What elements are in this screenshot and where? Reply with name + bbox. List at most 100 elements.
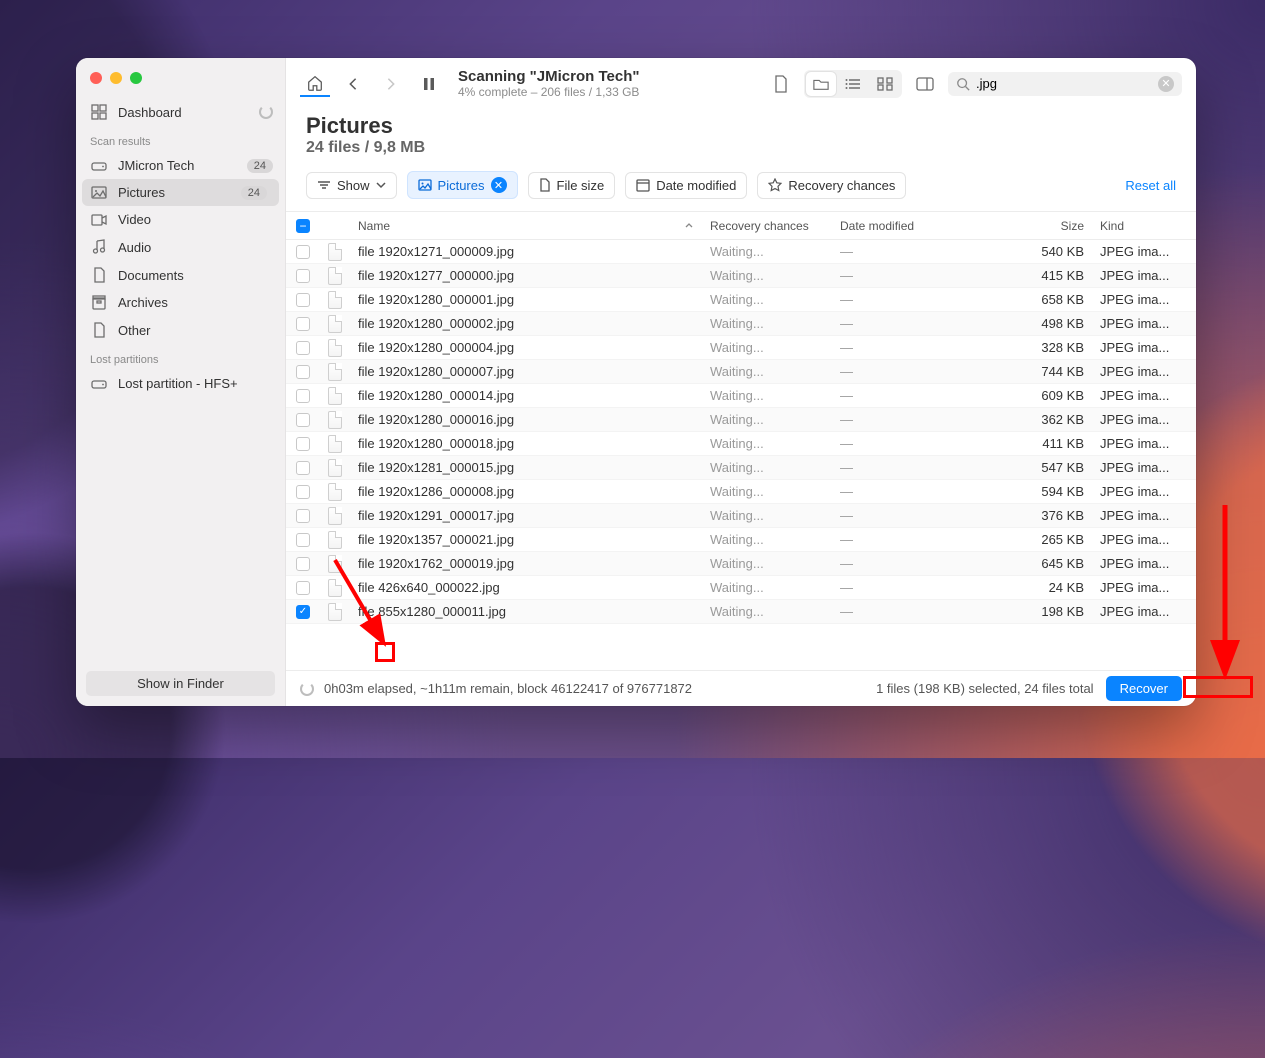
row-checkbox[interactable]	[296, 533, 310, 547]
file-table: − Name Recovery chances Date modified Si…	[286, 211, 1196, 670]
show-filter-button[interactable]: Show	[306, 172, 397, 199]
home-button[interactable]	[300, 71, 330, 97]
sidebar-item-drive[interactable]: JMicron Tech24	[76, 152, 285, 179]
file-icon	[328, 483, 342, 501]
table-row[interactable]: file 1920x1271_000009.jpgWaiting...—540 …	[286, 240, 1196, 264]
row-checkbox[interactable]	[296, 509, 310, 523]
sidebar-item-pictures[interactable]: Pictures24	[82, 179, 279, 206]
file-name: file 426x640_000022.jpg	[350, 580, 702, 595]
search-input[interactable]	[976, 76, 1152, 91]
row-checkbox[interactable]	[296, 581, 310, 595]
file-kind: JPEG ima...	[1092, 340, 1182, 355]
sidebar-item-documents[interactable]: Documents	[76, 261, 285, 289]
file-name: file 1920x1286_000008.jpg	[350, 484, 702, 499]
file-icon	[328, 315, 342, 333]
view-list-button[interactable]	[838, 72, 868, 96]
file-icon	[328, 555, 342, 573]
pictures-filter-pill[interactable]: Pictures ✕	[407, 171, 518, 199]
sidebar-item-dashboard[interactable]: Dashboard	[76, 98, 285, 126]
table-row[interactable]: file 1920x1280_000004.jpgWaiting...—328 …	[286, 336, 1196, 360]
row-checkbox[interactable]: ✓	[296, 605, 310, 619]
table-row[interactable]: file 1920x1281_000015.jpgWaiting...—547 …	[286, 456, 1196, 480]
table-row[interactable]: file 1920x1280_000007.jpgWaiting...—744 …	[286, 360, 1196, 384]
col-name[interactable]: Name	[350, 219, 702, 233]
table-row[interactable]: file 1920x1280_000014.jpgWaiting...—609 …	[286, 384, 1196, 408]
table-row[interactable]: file 1920x1357_000021.jpgWaiting...—265 …	[286, 528, 1196, 552]
sort-asc-icon	[684, 221, 694, 231]
table-row[interactable]: file 1920x1286_000008.jpgWaiting...—594 …	[286, 480, 1196, 504]
row-checkbox[interactable]	[296, 557, 310, 571]
file-size: 594 KB	[1002, 484, 1092, 499]
file-icon	[539, 178, 551, 192]
show-in-finder-button[interactable]: Show in Finder	[86, 671, 275, 696]
table-row[interactable]: file 1920x1762_000019.jpgWaiting...—645 …	[286, 552, 1196, 576]
col-kind[interactable]: Kind	[1092, 219, 1182, 233]
table-row[interactable]: file 1920x1280_000016.jpgWaiting...—362 …	[286, 408, 1196, 432]
page-heading: Pictures 24 files / 9,8 MB	[286, 107, 1196, 171]
filesize-filter-button[interactable]: File size	[528, 172, 616, 199]
file-kind: JPEG ima...	[1092, 556, 1182, 571]
back-button[interactable]	[338, 71, 368, 97]
col-size[interactable]: Size	[1002, 219, 1092, 233]
table-row[interactable]: ✓file 855x1280_000011.jpgWaiting...—198 …	[286, 600, 1196, 624]
toggle-preview-pane-button[interactable]	[910, 71, 940, 97]
view-grid-button[interactable]	[870, 72, 900, 96]
row-checkbox[interactable]	[296, 341, 310, 355]
col-recovery[interactable]: Recovery chances	[702, 219, 832, 233]
table-row[interactable]: file 1920x1280_000001.jpgWaiting...—658 …	[286, 288, 1196, 312]
table-row[interactable]: file 1920x1280_000018.jpgWaiting...—411 …	[286, 432, 1196, 456]
sidebar-item-other[interactable]: Other	[76, 316, 285, 344]
row-checkbox[interactable]	[296, 269, 310, 283]
sidebar-item-archives[interactable]: Archives	[76, 289, 285, 316]
table-row[interactable]: file 1920x1277_000000.jpgWaiting...—415 …	[286, 264, 1196, 288]
recovery-filter-button[interactable]: Recovery chances	[757, 172, 906, 199]
sidebar-item-label: Dashboard	[118, 105, 249, 120]
file-kind: JPEG ima...	[1092, 484, 1182, 499]
file-icon	[328, 291, 342, 309]
table-row[interactable]: file 1920x1280_000002.jpgWaiting...—498 …	[286, 312, 1196, 336]
row-checkbox[interactable]	[296, 293, 310, 307]
date-modified: —	[840, 532, 853, 547]
zoom-window-button[interactable]	[130, 72, 142, 84]
close-window-button[interactable]	[90, 72, 102, 84]
view-folder-button[interactable]	[806, 72, 836, 96]
minimize-window-button[interactable]	[110, 72, 122, 84]
sidebar-item-audio[interactable]: Audio	[76, 233, 285, 261]
reset-filters-button[interactable]: Reset all	[1125, 178, 1176, 193]
row-checkbox[interactable]	[296, 461, 310, 475]
row-checkbox[interactable]	[296, 389, 310, 403]
date-filter-button[interactable]: Date modified	[625, 172, 747, 199]
date-modified: —	[840, 364, 853, 379]
file-icon	[328, 507, 342, 525]
row-checkbox[interactable]	[296, 317, 310, 331]
pause-scan-button[interactable]	[414, 71, 444, 97]
row-checkbox[interactable]	[296, 365, 310, 379]
file-name: file 1920x1357_000021.jpg	[350, 532, 702, 547]
table-row[interactable]: file 426x640_000022.jpgWaiting...—24 KBJ…	[286, 576, 1196, 600]
view-mode-group	[804, 70, 902, 98]
file-kind: JPEG ima...	[1092, 412, 1182, 427]
row-checkbox[interactable]	[296, 437, 310, 451]
row-checkbox[interactable]	[296, 485, 310, 499]
sidebar-item-video[interactable]: Video	[76, 206, 285, 233]
forward-button[interactable]	[376, 71, 406, 97]
new-file-icon[interactable]	[766, 71, 796, 97]
table-row[interactable]: file 1920x1291_000017.jpgWaiting...—376 …	[286, 504, 1196, 528]
file-icon	[328, 267, 342, 285]
col-date[interactable]: Date modified	[832, 219, 1002, 233]
search-box[interactable]: ✕	[948, 72, 1182, 96]
file-name: file 1920x1281_000015.jpg	[350, 460, 702, 475]
recover-button[interactable]: Recover	[1106, 676, 1182, 701]
row-checkbox[interactable]	[296, 245, 310, 259]
file-size: 645 KB	[1002, 556, 1092, 571]
sidebar-item-hfs[interactable]: Lost partition - HFS+	[76, 370, 285, 397]
file-icon	[328, 579, 342, 597]
clear-search-button[interactable]: ✕	[1158, 76, 1174, 92]
select-all-checkbox[interactable]: −	[286, 219, 320, 233]
filter-bar: Show Pictures ✕ File size Date modified …	[286, 171, 1196, 211]
date-modified: —	[840, 436, 853, 451]
file-size: 540 KB	[1002, 244, 1092, 259]
row-checkbox[interactable]	[296, 413, 310, 427]
date-modified: —	[840, 292, 853, 307]
remove-filter-button[interactable]: ✕	[491, 177, 507, 193]
